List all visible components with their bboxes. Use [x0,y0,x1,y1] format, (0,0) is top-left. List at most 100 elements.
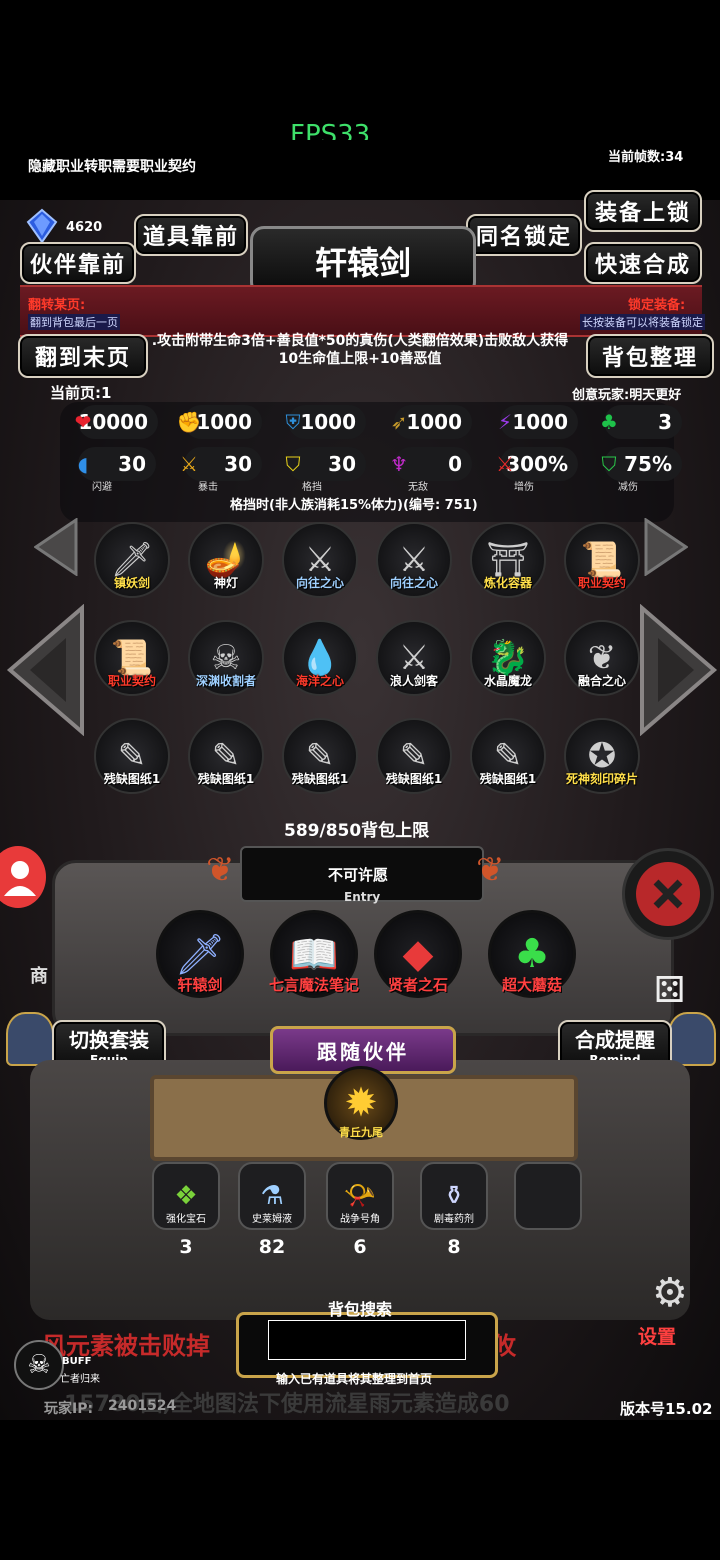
chat-avatar-button[interactable] [0,846,46,908]
entry-title: 不可许愿 [328,866,389,884]
consumable-label: 强化宝石 [166,1214,206,1225]
creator-label: 创意玩家:明天更好 [572,388,682,403]
bag-item-label: 浪人剑客 [389,674,438,688]
prev-small-arrow[interactable] [33,517,78,580]
flame-left-icon: ❦ [206,850,235,890]
bag-item-label: 残缺图纸1 [385,772,443,786]
bag-item-label: 残缺图纸1 [197,772,255,786]
item-description: .攻击附带生命3倍+善良值*50的真伤(人类翻倍效果)击败敌人获得10生命值上限… [151,333,569,367]
crit-icon: ⚔ [180,452,198,476]
equipped-item-icon: ♣ [514,931,550,977]
block-note: 格挡时(非人族消耗15%体力)(编号: 751) [230,498,478,513]
consumable-icon: ❖ [174,1181,198,1211]
bag-item-label: 水晶魔龙 [483,674,532,688]
stat-label: 格挡 [302,482,322,493]
equipped-item-label: 贤者之石 [387,976,448,994]
damage-down-icon: ⛉ [601,452,617,476]
consumable-label: 战争号角 [340,1214,380,1225]
consumable-count: 8 [447,1236,461,1258]
consumable-icon: ⚱ [443,1181,465,1211]
prev-page-arrow[interactable] [6,603,84,740]
player-ip-label: 玩家IP: [44,1401,94,1417]
current-page-label: 当前页:1 [50,384,112,402]
search-hint: 输入已有道具将其整理到首页 [276,1372,433,1386]
bag-item-label: 炼化容器 [483,576,532,590]
bag-item-label: 向往之心 [389,576,438,590]
bag-item-label: 向往之心 [295,576,344,590]
shop-label[interactable]: 商 [30,962,48,988]
helmet-left-icon [6,1012,54,1066]
partner-label: 青丘九尾 [339,1126,383,1139]
stat-label: 无敌 [408,482,428,493]
goto-last-page-button[interactable]: 翻到末页 [18,334,148,378]
close-button[interactable] [622,848,714,940]
diamond-icon [24,208,60,244]
player-ip-value: 2401524 [108,1398,177,1414]
search-title: 背包搜索 [328,1300,393,1319]
equipped-item-icon: ◆ [402,931,434,977]
consumable-icon: 📯 [343,1181,377,1211]
equipped-item-icon: 📖 [289,931,339,978]
equipped-item-label: 七言魔法笔记 [268,976,359,994]
flip-page-title: 翻转某页: [28,298,86,313]
equipped-item-label: 轩辕剑 [177,976,223,994]
search-input[interactable] [268,1320,466,1360]
armor-icon: ⛨ [285,410,301,434]
consumable-count: 82 [258,1236,286,1258]
bag-item-label: 残缺图纸1 [479,772,537,786]
currency-value: 4620 [66,220,103,235]
equipped-item-label: 超大蘑菇 [501,976,562,994]
bag-item-label: 职业契约 [577,576,626,590]
bag-item-label: 职业契约 [107,674,156,688]
quick-synth-button[interactable]: 快速合成 [584,242,702,284]
bag-item-label: 镇妖剑 [113,576,150,590]
helmet-right-icon [668,1012,716,1066]
dodge-icon: ◖ [77,452,89,476]
bow-icon: ➶ [390,410,408,434]
partner-icon: ✹ [344,1080,378,1126]
close-icon [636,862,700,926]
bag-capacity: 589/850背包上限 [284,821,430,841]
skull-icon[interactable]: ☠ [14,1340,64,1390]
next-page-arrow[interactable] [640,603,718,740]
buff-sub: 亡者归来 [60,1374,100,1385]
block-icon: ⛉ [285,452,301,476]
lightning-icon: ⚡ [497,410,513,434]
stat-label: 减伤 [618,482,638,493]
stat-label: 增伤 [514,482,534,493]
clover-icon: ♣ [600,410,618,434]
same-name-lock-button[interactable]: 同名锁定 [466,214,582,256]
bag-sort-button[interactable]: 背包整理 [586,334,714,378]
flame-right-icon: ❦ [476,850,505,890]
gear-icon[interactable]: ⚙ [652,1270,688,1316]
frame-rate-label: 当前帧数:34 [608,150,684,165]
next-small-arrow[interactable] [644,517,689,580]
bag-item-label: 融合之心 [577,674,626,688]
dice-icon[interactable]: ⚄ [654,970,685,1011]
empty-consumable-slot[interactable] [514,1162,582,1230]
invincible-icon: ♆ [390,452,408,476]
equip-lock-button[interactable]: 装备上锁 [584,190,702,232]
stat-label: 暴击 [198,482,218,493]
buff-label: BUFF [62,1356,92,1367]
strength-icon: ✊ [176,410,202,434]
bag-item-label: 深渊收割者 [195,674,256,688]
lock-equip-hint: 长按装备可以将装备锁定 [580,314,705,330]
stat-label: 闪避 [92,482,112,493]
hidden-job-notice: 隐藏职业转职需要职业契约 [28,159,196,175]
consumable-count: 3 [179,1236,193,1258]
item-front-button[interactable]: 道具靠前 [134,214,248,256]
partner-front-button[interactable]: 伙伴靠前 [20,242,136,284]
consumable-count: 6 [353,1236,367,1258]
bag-item-label: 神灯 [213,576,238,590]
entry-sub: Entry [344,890,381,904]
lock-equip-title: 锁定装备: [628,298,686,313]
version-label: 版本号15.02 [620,1400,713,1418]
flip-page-hint: 翻到背包最后一页 [28,314,120,330]
bag-item-label: 残缺图纸1 [103,772,161,786]
equipped-item-icon: 🗡 [174,931,226,978]
switch-set-label: 切换套装 [69,1027,149,1052]
settings-label[interactable]: 设置 [638,1322,676,1349]
consumable-label: 剧毒药剂 [434,1214,474,1225]
consumable-icon: ⚗ [260,1181,284,1211]
